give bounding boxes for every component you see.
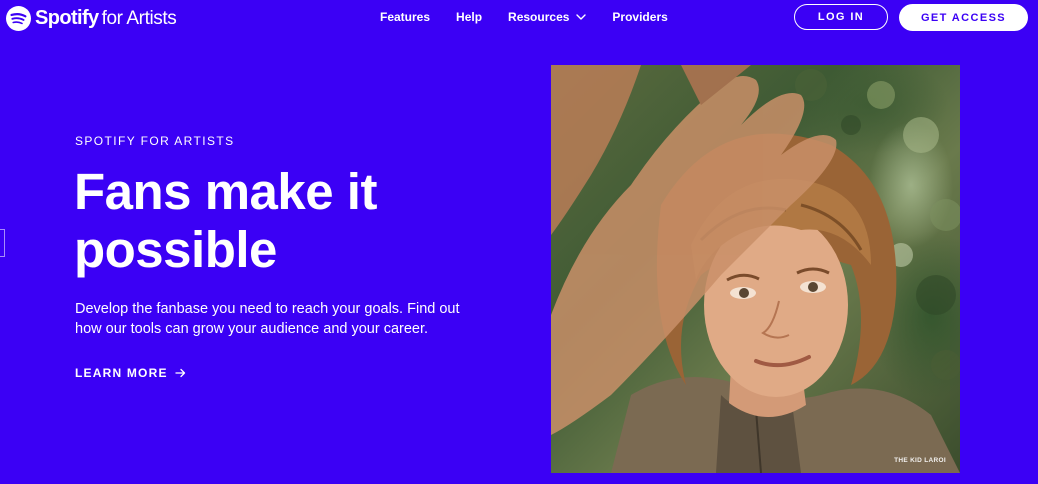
log-in-button[interactable]: LOG IN <box>794 4 888 30</box>
chevron-down-icon <box>576 14 587 20</box>
page: Spotify for Artists Features Help Resour… <box>0 0 1038 484</box>
logo-suffix: for Artists <box>101 7 177 29</box>
logo-wordmark: Spotify <box>35 7 99 29</box>
hero-headline-line2: possible <box>74 221 277 278</box>
hero-eyebrow: SPOTIFY FOR ARTISTS <box>75 134 235 148</box>
learn-more-link[interactable]: LEARN MORE <box>75 366 186 380</box>
nav-link-features[interactable]: Features <box>380 10 430 24</box>
get-access-button[interactable]: GET ACCESS <box>899 4 1028 31</box>
nav-link-providers[interactable]: Providers <box>612 10 667 24</box>
spotify-logo-icon <box>6 5 31 31</box>
spotify-for-artists-logo[interactable]: Spotify for Artists <box>6 4 177 32</box>
hero-headline-line1: Fans make it <box>74 163 377 220</box>
artist-photo: THE KID LAROI <box>551 65 960 473</box>
hero-headline: Fans make it possible <box>74 163 434 279</box>
photo-caption: THE KID LAROI <box>894 457 946 464</box>
learn-more-label: LEARN MORE <box>75 366 168 380</box>
nav-link-resources[interactable]: Resources <box>508 10 587 24</box>
hero-description: Develop the fanbase you need to reach yo… <box>75 301 460 337</box>
artist-portrait-illustration <box>551 65 960 473</box>
left-edge-handle <box>0 229 5 257</box>
arrow-right-icon <box>175 368 185 378</box>
nav-links: Features Help Resources Providers <box>380 10 694 24</box>
nav-link-resources-label: Resources <box>508 10 570 24</box>
top-navbar: Spotify for Artists Features Help Resour… <box>0 0 1038 36</box>
nav-link-help[interactable]: Help <box>456 10 482 24</box>
